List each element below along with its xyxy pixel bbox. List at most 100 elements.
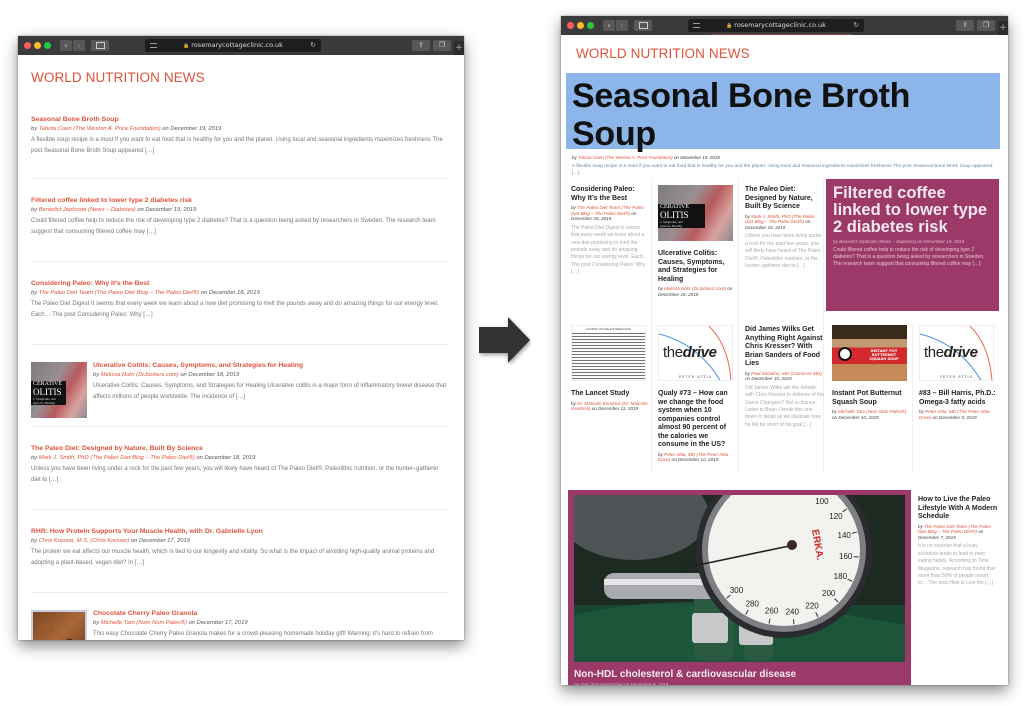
zoom-window-button[interactable] xyxy=(44,42,51,49)
card-thumbnail[interactable]: thedrive PETER ATTIA xyxy=(919,325,994,381)
close-window-button[interactable] xyxy=(567,22,574,29)
author-link[interactable]: Benedict Jephcote (News – Diabetes) xyxy=(39,207,136,213)
card-title[interactable]: The Paleo Diet: Designed by Nature, Buil… xyxy=(745,186,823,212)
gauge-tick-label: 100 xyxy=(815,497,829,506)
byline: by Melissa Nohr (DrJockers.com) on Decem… xyxy=(93,372,240,378)
byline: by Paul Saladino, MD (Carnivore MD) on D… xyxy=(745,370,822,382)
share-icon[interactable]: ⇪ xyxy=(956,20,974,31)
byline: by Mark J. Smith, PhD (The Paleo Diet Bl… xyxy=(745,213,815,230)
chevron-right-icon[interactable]: › xyxy=(73,40,85,51)
article-title-link[interactable]: Filtered coffee linked to lower type 2 d… xyxy=(31,197,449,204)
reload-icon[interactable]: ↻ xyxy=(853,19,859,32)
card-thumbnail[interactable]: Conflict of Interest Statement xyxy=(571,325,646,381)
grid-card[interactable]: Did James Wilks Get Anything Right Again… xyxy=(745,326,824,429)
author-link[interactable]: Tahota Coen (The Weston A. Price Foundat… xyxy=(578,155,673,160)
sidebar-icon[interactable] xyxy=(91,40,109,51)
excerpt: Could filtered coffee help to reduce the… xyxy=(833,247,985,267)
author-link[interactable]: Mark J. Smith, PhD (The Paleo Diet Blog … xyxy=(39,455,195,461)
chevron-right-icon[interactable]: › xyxy=(616,20,628,31)
grid-card[interactable]: thedrive PETER ATTIA Qualy #73 – How can… xyxy=(658,325,736,466)
article-title-link[interactable]: Seasonal Bone Broth Soup xyxy=(31,116,449,123)
minimize-window-button[interactable] xyxy=(34,42,41,49)
author-link[interactable]: Michelle Tam (Nom Nom Paleo®) xyxy=(838,409,906,414)
chevron-left-icon[interactable]: ‹ xyxy=(603,20,615,31)
grid-card[interactable]: CERATIVE OLITIS s, Symptoms, and egies for … xyxy=(658,185,736,300)
hero-article[interactable]: Seasonal Bone Broth Soup by Tahota Coen … xyxy=(566,73,1000,176)
arrow-right-icon xyxy=(479,317,530,363)
article-thumbnail[interactable]: CERATIVE OLITIS s, Symptoms, and egies for … xyxy=(31,362,87,418)
excerpt: Did James Wilks win the debate with Chri… xyxy=(745,384,824,428)
address-bar[interactable]: 🔒 rosemarycottageclinic.co.uk ↻ xyxy=(145,39,321,52)
card-thumbnail[interactable]: CERATIVE OLITIS s, Symptoms, and egies for … xyxy=(658,185,733,241)
minimize-window-button[interactable] xyxy=(577,22,584,29)
hero-title[interactable]: Seasonal Bone Broth Soup xyxy=(572,77,994,153)
card-thumbnail[interactable]: INSTANT POT BUTTERNUT SQUASH SOUP xyxy=(832,325,907,381)
url-text: rosemarycottageclinic.co.uk xyxy=(734,21,826,29)
site-title[interactable]: WORLD NUTRITION NEWS xyxy=(31,70,205,85)
grid-card[interactable]: The Paleo Diet: Designed by Nature, Buil… xyxy=(745,186,823,270)
author-link[interactable]: Michelle Tam (Nom Nom Paleo®) xyxy=(101,620,187,626)
card-title[interactable]: The Lancet Study xyxy=(571,390,649,399)
address-bar[interactable]: 🔒 rosemarycottageclinic.co.uk ↻ xyxy=(688,19,864,32)
author-link[interactable]: Zoë (Zoë Harcombe) xyxy=(580,682,623,685)
author-link[interactable]: Paul Saladino, MD (Carnivore MD) xyxy=(751,371,822,376)
excerpt: This easy Chocolate Cherry Paleo Granola… xyxy=(93,631,433,637)
excerpt: It is no surprise that a busy schedule t… xyxy=(918,543,995,587)
card-title[interactable]: Did James Wilks Get Anything Right Again… xyxy=(745,326,824,369)
author-link[interactable]: Melissa Nohr (DrJockers.com) xyxy=(664,286,726,291)
grid-card[interactable]: thedrive PETER ATTIA #83 – Bill Harris, … xyxy=(919,325,997,423)
excerpt: Ulcerative Colitis: Causes, Symptoms, an… xyxy=(93,383,447,400)
author-link[interactable]: Chris Kresser, M.S. (Chris Kresser) xyxy=(39,538,130,544)
grid-card[interactable]: Considering Paleo: Why It’s the Best by … xyxy=(571,186,649,277)
featured-article-coffee[interactable]: Filtered coffee linked to lower type 2 d… xyxy=(826,179,999,311)
gauge-tick-label: 120 xyxy=(829,512,843,521)
zoom-window-button[interactable] xyxy=(587,22,594,29)
site-title[interactable]: WORLD NUTRITION NEWS xyxy=(576,46,750,61)
card-title[interactable]: How to Live the Paleo Lifestyle With A M… xyxy=(918,496,998,522)
article-title-link[interactable]: Ulcerative Colitis: Causes, Symptoms, an… xyxy=(93,362,449,369)
reader-icon[interactable] xyxy=(150,43,157,48)
card-title[interactable]: Instant Pot Butternut Squash Soup xyxy=(832,390,910,407)
reader-icon[interactable] xyxy=(693,23,700,28)
close-window-button[interactable] xyxy=(24,42,31,49)
byline: by Melissa Nohr (DrJockers.com) on Decem… xyxy=(658,286,733,297)
card-title[interactable]: #83 – Bill Harris, Ph.D.: Omega-3 fatty … xyxy=(919,390,997,407)
article-title-link[interactable]: Considering Paleo: Why It’s the Best xyxy=(31,280,449,287)
lock-icon: 🔒 xyxy=(183,43,190,49)
featured-article-cholesterol[interactable]: 406080100120140160180200220240260280300 … xyxy=(568,490,911,685)
plus-icon[interactable]: + xyxy=(454,41,464,55)
feature-title[interactable]: Filtered coffee linked to lower type 2 d… xyxy=(833,185,992,236)
article-thumbnail[interactable] xyxy=(31,610,87,640)
plus-icon[interactable]: + xyxy=(998,21,1008,35)
byline: by The Paleo Diet Team (The Paleo Diet B… xyxy=(571,205,644,222)
card-title[interactable]: Ulcerative Colitis: Causes, Symptoms, an… xyxy=(658,250,736,284)
grid-card[interactable]: Conflict of Interest Statement The Lance… xyxy=(571,325,649,415)
author-link[interactable]: The Paleo Diet Team (The Paleo Diet Blog… xyxy=(39,290,199,296)
column-divider xyxy=(651,179,652,474)
reload-icon[interactable]: ↻ xyxy=(310,39,316,52)
gauge-tick-label: 220 xyxy=(805,601,819,610)
list-item: CERATIVE OLITIS s, Symptoms, and egies for … xyxy=(31,345,449,427)
share-icon[interactable]: ⇪ xyxy=(412,40,430,51)
grid-card[interactable]: INSTANT POT BUTTERNUT SQUASH SOUP Instan… xyxy=(832,325,910,423)
article-title-link[interactable]: RHR: How Protein Supports Your Muscle He… xyxy=(31,528,449,535)
sidebar-icon[interactable] xyxy=(634,20,652,31)
author-link[interactable]: Benedict Jephcote (News – Diabetes) xyxy=(839,239,916,244)
author-link[interactable]: Melissa Nohr (DrJockers.com) xyxy=(101,372,179,378)
tabs-icon[interactable]: ❐ xyxy=(977,20,995,31)
card-title[interactable]: Considering Paleo: Why It’s the Best xyxy=(571,186,649,203)
chevron-left-icon[interactable]: ‹ xyxy=(60,40,72,51)
lock-icon: 🔒 xyxy=(726,23,733,29)
byline: by Peter Attia, MD (The Peter Attia Driv… xyxy=(919,409,990,420)
feature-photo-gauge[interactable]: 406080100120140160180200220240260280300 … xyxy=(574,495,905,662)
grid-card[interactable]: How to Live the Paleo Lifestyle With A M… xyxy=(918,496,998,588)
feature-title[interactable]: Non-HDL cholesterol & cardiovascular dis… xyxy=(574,669,905,680)
url-text: rosemarycottageclinic.co.uk xyxy=(191,41,283,49)
article-title-link[interactable]: The Paleo Diet: Designed by Nature, Buil… xyxy=(31,445,449,452)
author-link[interactable]: Tahota Coen (The Weston A. Price Foundat… xyxy=(39,126,161,132)
card-thumbnail[interactable]: thedrive PETER ATTIA xyxy=(658,325,733,381)
tabs-icon[interactable]: ❐ xyxy=(433,40,451,51)
byline: by The Paleo Diet Team (The Paleo Diet B… xyxy=(31,290,260,296)
card-title[interactable]: Qualy #73 – How can we change the food s… xyxy=(658,390,736,450)
article-title-link[interactable]: Chocolate Cherry Paleo Granola xyxy=(93,610,449,617)
